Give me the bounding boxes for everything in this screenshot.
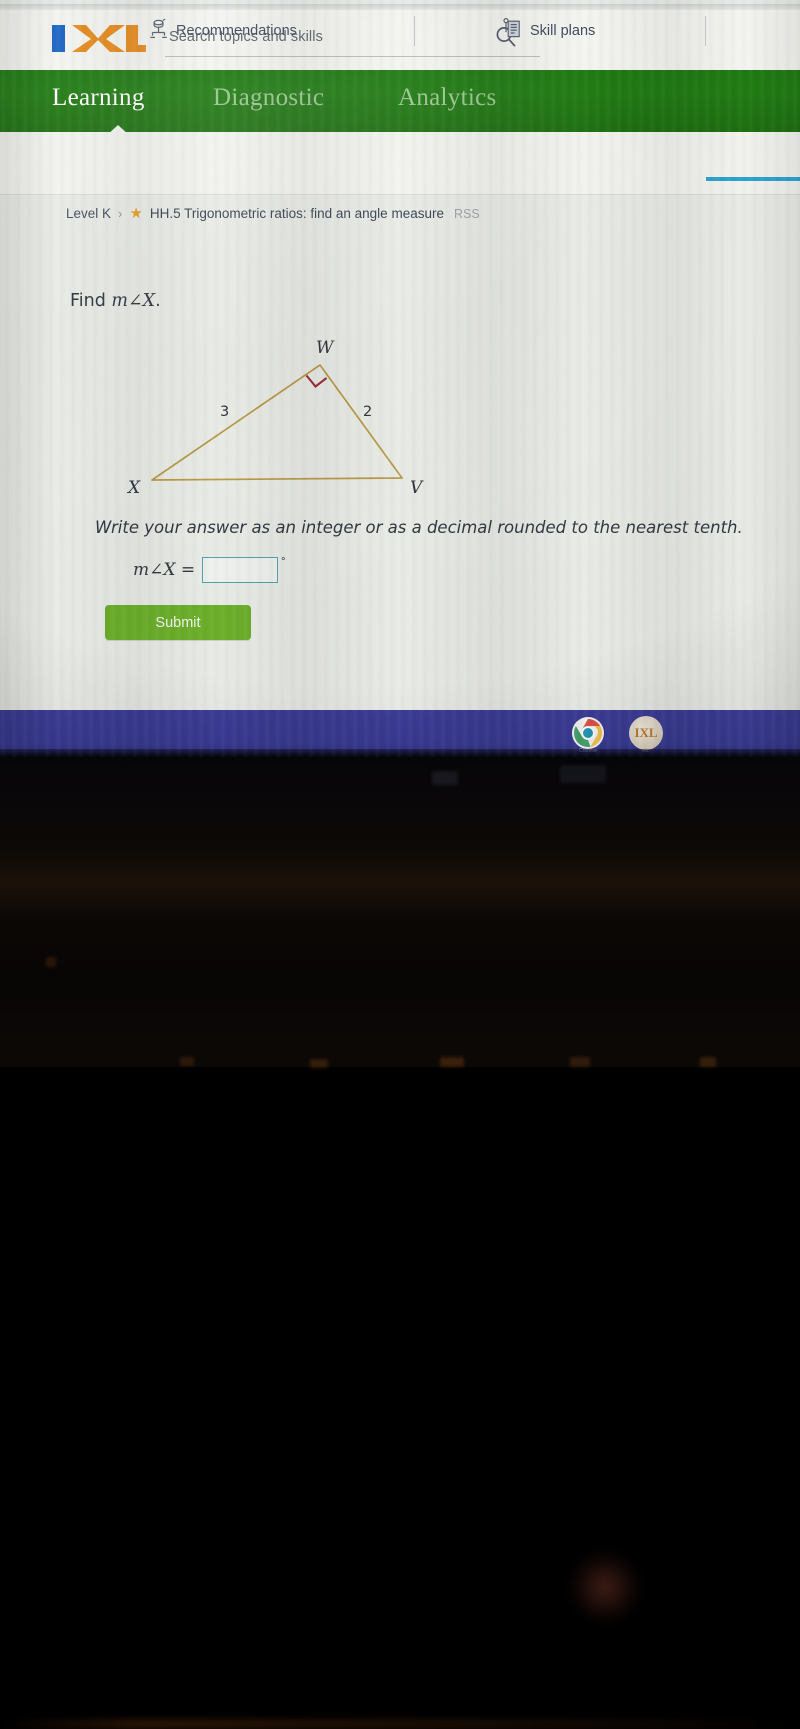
chrome-icon[interactable] xyxy=(571,716,605,750)
secondary-nav xyxy=(0,132,800,195)
breadcrumb-level[interactable]: Level K xyxy=(66,206,111,221)
subnav-divider xyxy=(705,16,706,46)
answer-input[interactable] xyxy=(202,557,279,583)
breadcrumb: Level K › ★ HH.5 Trigonometric ratios: f… xyxy=(66,206,480,221)
submit-button[interactable]: Submit xyxy=(105,605,251,640)
skill-plans-icon xyxy=(503,17,522,43)
dark-surroundings xyxy=(0,757,800,1729)
subnav-active-underline xyxy=(706,177,800,181)
degree-symbol: ° xyxy=(281,556,286,568)
triangle-shape xyxy=(151,364,403,481)
vertex-label-V: V xyxy=(410,478,424,498)
question-prompt-math: m∠X xyxy=(111,291,156,311)
background-glow-strip xyxy=(0,1719,800,1729)
side-label-XW: 3 xyxy=(220,404,229,420)
photo-of-screen: Learning Diagnostic Analytics xyxy=(0,0,800,1729)
nav-item-diagnostic[interactable]: Diagnostic xyxy=(213,84,324,112)
chevron-right-icon: › xyxy=(118,206,123,221)
ixl-logo[interactable] xyxy=(50,21,146,55)
right-angle-marker xyxy=(305,374,328,388)
side-label-WV: 2 xyxy=(363,404,372,420)
breadcrumb-skill-title: HH.5 Trigonometric ratios: find an angle… xyxy=(149,206,444,221)
question-prompt-suffix: . xyxy=(155,291,161,311)
star-icon[interactable]: ★ xyxy=(129,206,142,221)
question-prompt: Find m∠X. xyxy=(70,291,161,311)
screen-bottom-edge xyxy=(0,749,800,757)
nav-item-analytics[interactable]: Analytics xyxy=(398,84,497,112)
nav-item-learning[interactable]: Learning xyxy=(52,84,145,112)
background-blur-spot xyxy=(570,1552,640,1622)
browser-page: Learning Diagnostic Analytics xyxy=(0,0,800,757)
answer-row: m∠X = ° xyxy=(133,556,286,583)
primary-nav: Learning Diagnostic Analytics xyxy=(0,70,800,132)
rss-link[interactable]: RSS xyxy=(454,207,480,221)
site-header xyxy=(0,4,800,70)
subnav-divider xyxy=(414,16,415,46)
answer-instruction: Write your answer as an integer or as a … xyxy=(95,518,743,537)
vertex-label-X: X xyxy=(126,478,141,498)
ixl-app-icon[interactable]: IXL xyxy=(629,716,663,750)
recommendations-icon xyxy=(148,18,168,43)
vertex-label-W: W xyxy=(316,338,335,358)
subnav-item-recommendations[interactable]: Recommendations xyxy=(148,18,297,43)
subnav-label-skill-plans: Skill plans xyxy=(530,22,596,39)
subnav-label-recommendations: Recommendations xyxy=(176,22,297,39)
answer-label: m∠X = xyxy=(133,560,196,580)
window-top-edge xyxy=(0,4,800,10)
question-prompt-prefix: Find xyxy=(70,291,112,311)
subnav-item-skill-plans[interactable]: Skill plans xyxy=(503,17,596,43)
triangle-figure: W X V 3 2 xyxy=(100,330,460,505)
